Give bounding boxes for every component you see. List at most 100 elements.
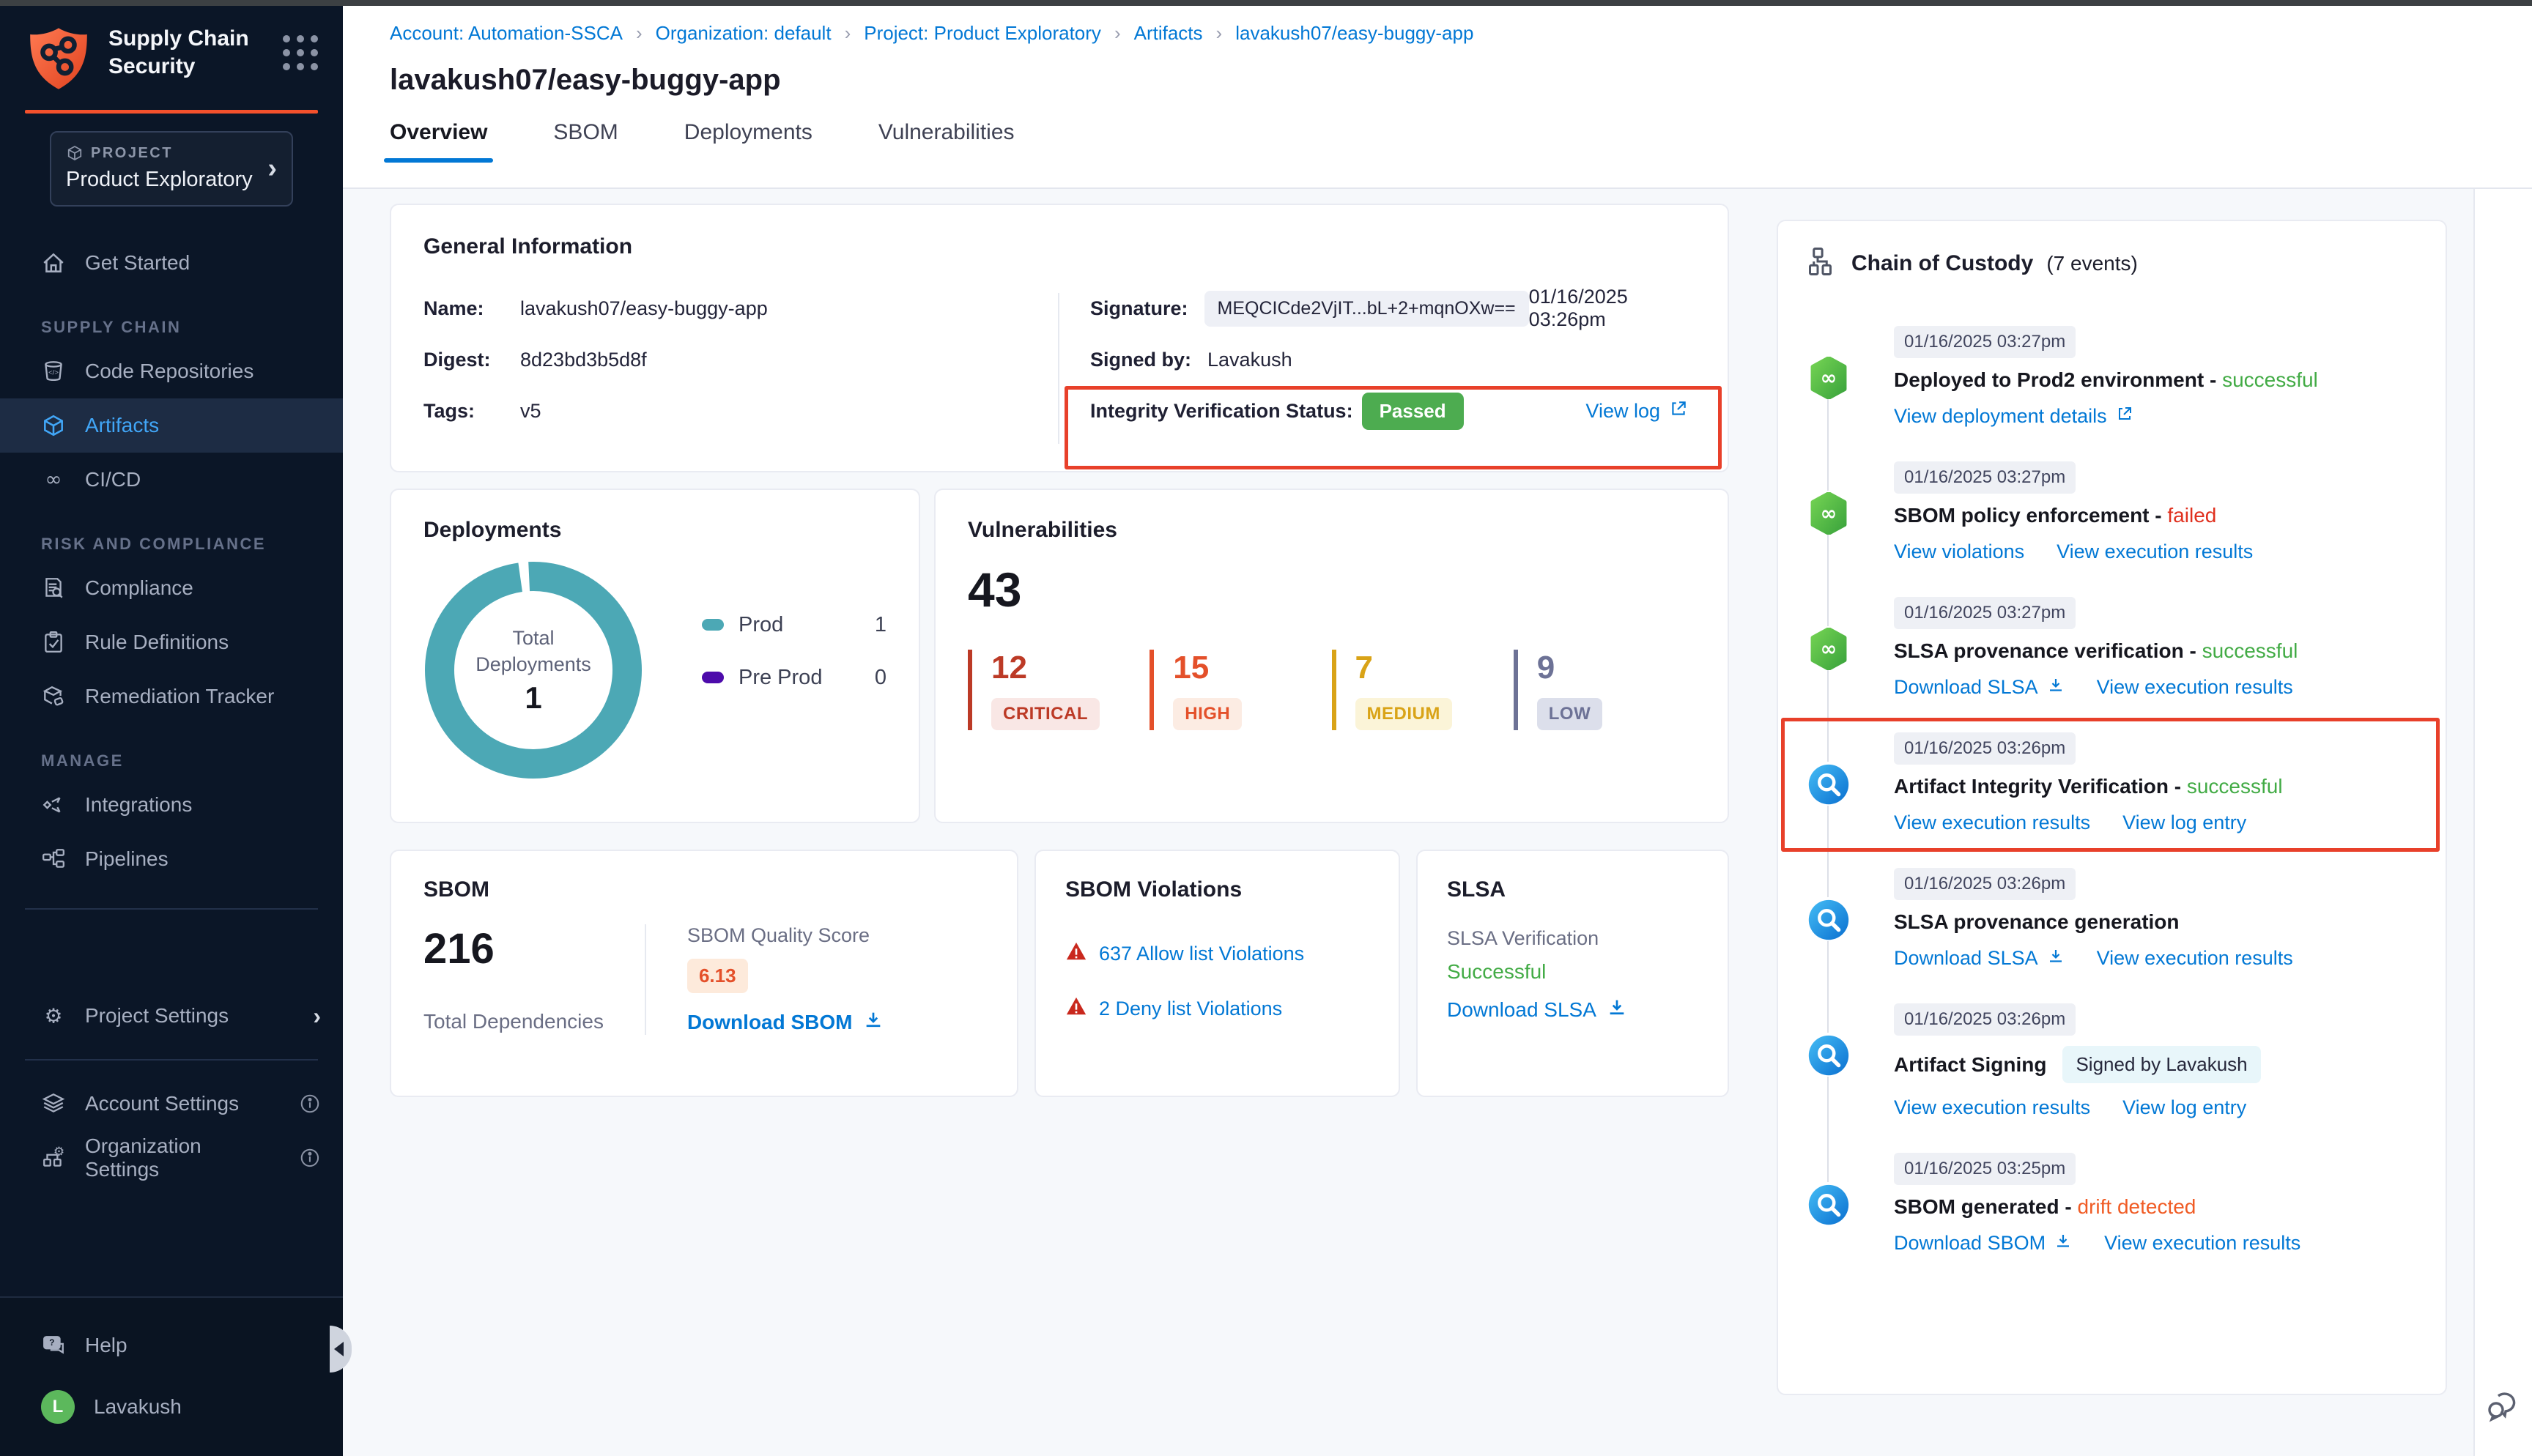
home-icon <box>41 250 66 275</box>
sidebar-nav: Get Started SUPPLY CHAIN </> Code Reposi… <box>0 236 343 1185</box>
tab-sbom[interactable]: SBOM <box>553 120 618 163</box>
sbom-total-dependencies: 216 <box>423 924 604 973</box>
coc-event-slsa-provenance-verification: ∞ 01/16/2025 03:27pm SLSA provenance ver… <box>1807 597 2416 699</box>
integrity-status-label: Integrity Verification Status: <box>1090 400 1353 423</box>
view-violations-link[interactable]: View violations <box>1894 541 2024 563</box>
sidebar-item-label: Code Repositories <box>85 360 253 383</box>
info-icon <box>299 1093 321 1115</box>
event-timestamp: 01/16/2025 03:26pm <box>1894 1003 2076 1036</box>
event-timestamp: 01/16/2025 03:25pm <box>1894 1153 2076 1185</box>
chain-of-custody-icon <box>1807 246 1838 281</box>
tab-deployments[interactable]: Deployments <box>684 120 812 163</box>
download-slsa-link[interactable]: Download SLSA <box>1894 676 2065 699</box>
view-execution-results-link[interactable]: View execution results <box>2097 947 2293 970</box>
event-timestamp: 01/16/2025 03:26pm <box>1894 868 2076 900</box>
high-count: 15 <box>1173 650 1331 686</box>
medium-count: 7 <box>1355 650 1514 686</box>
tags-label: Tags: <box>423 400 520 423</box>
sidebar-item-pipelines[interactable]: Pipelines <box>0 832 343 886</box>
sidebar-item-rule-definitions[interactable]: Rule Definitions <box>0 615 343 669</box>
support-chat-icon[interactable] <box>2485 1386 2523 1424</box>
sidebar-item-project-settings[interactable]: ⚙ Project Settings › <box>0 989 343 1043</box>
name-label: Name: <box>423 297 520 320</box>
deployments-legend: Prod 1 Pre Prod 0 <box>702 546 886 780</box>
download-sbom-link[interactable]: Download SBOM <box>1894 1232 2072 1255</box>
breadcrumb-organization[interactable]: Organization: default <box>656 22 832 45</box>
download-sbom-link[interactable]: Download SBOM <box>687 1009 884 1035</box>
svg-text:</>: </> <box>48 368 59 376</box>
sidebar-item-artifacts[interactable]: Artifacts <box>0 398 343 453</box>
view-execution-results-link[interactable]: View execution results <box>2097 676 2293 699</box>
sidebar-item-get-started[interactable]: Get Started <box>0 236 343 290</box>
sidebar-item-cicd[interactable]: ∞ CI/CD <box>0 453 343 507</box>
view-execution-results-link[interactable]: View execution results <box>1894 811 2090 834</box>
view-execution-results-link[interactable]: View execution results <box>1894 1096 2090 1119</box>
pre-prod-swatch <box>702 672 724 683</box>
sidebar-item-label: Account Settings <box>85 1092 239 1115</box>
sidebar-item-compliance[interactable]: Compliance <box>0 561 343 615</box>
breadcrumb-project[interactable]: Project: Product Exploratory <box>864 22 1101 45</box>
pipelines-icon <box>41 847 66 872</box>
slsa-verification-status: Successful <box>1447 960 1698 984</box>
view-deployment-details-link[interactable]: View deployment details <box>1894 405 2133 428</box>
sidebar-item-label: Get Started <box>85 251 190 275</box>
sidebar-item-help[interactable]: ? Help <box>0 1318 343 1373</box>
event-title: Deployed to Prod2 environment <box>1894 368 2204 392</box>
sidebar-item-label: Organization Settings <box>85 1134 280 1181</box>
breadcrumb-account[interactable]: Account: Automation-SSCA <box>390 22 623 45</box>
sidebar-item-integrations[interactable]: Integrations <box>0 778 343 832</box>
sidebar-item-label: Help <box>85 1334 127 1357</box>
integrations-icon <box>41 792 66 817</box>
legend-item-prod: Prod 1 <box>702 598 886 651</box>
breadcrumb-artifacts[interactable]: Artifacts <box>1134 22 1203 45</box>
download-slsa-link[interactable]: Download SLSA <box>1447 997 1698 1022</box>
view-log-link[interactable]: View log <box>1585 399 1695 423</box>
view-log-entry-link[interactable]: View log entry <box>2122 1096 2246 1119</box>
breadcrumb-current[interactable]: lavakush07/easy-buggy-app <box>1235 22 1473 45</box>
sbom-card: SBOM 216 Total Dependencies SBOM Quality… <box>390 850 1018 1097</box>
rule-definitions-clipboard-icon <box>41 630 66 655</box>
module-grid-icon[interactable] <box>283 35 318 70</box>
download-icon <box>2054 1232 2072 1255</box>
breadcrumb-separator: › <box>845 22 851 45</box>
view-execution-results-link[interactable]: View execution results <box>2104 1232 2300 1255</box>
slsa-card: SLSA SLSA Verification Successful Downlo… <box>1416 850 1729 1097</box>
sbom-violations-title: SBOM Violations <box>1065 877 1369 902</box>
gear-icon: ⚙ <box>41 1003 66 1028</box>
ssca-module-icon <box>1807 763 1850 806</box>
chain-of-custody-card: Chain of Custody (7 events) ∞ 01/16/2025… <box>1777 220 2447 1395</box>
section-supply-chain: SUPPLY CHAIN <box>0 290 343 344</box>
coc-event-artifact-signing: 01/16/2025 03:26pm Artifact Signing Sign… <box>1807 1003 2416 1119</box>
sidebar-divider <box>25 1059 318 1061</box>
deny-list-violations-link[interactable]: 2 Deny list Violations <box>1065 995 1369 1022</box>
general-information-title: General Information <box>423 234 1695 259</box>
sidebar-item-organization-settings[interactable]: ⚙ Organization Settings <box>0 1131 343 1185</box>
download-slsa-link[interactable]: Download SLSA <box>1894 947 2065 970</box>
donut-center-value: 1 <box>525 680 541 716</box>
user-menu[interactable]: L Lavakush <box>0 1380 343 1434</box>
view-log-entry-link[interactable]: View log entry <box>2122 811 2246 834</box>
tab-overview[interactable]: Overview <box>390 120 487 163</box>
sidebar-item-remediation-tracker[interactable]: Remediation Tracker <box>0 669 343 724</box>
download-icon <box>2047 947 2065 970</box>
project-selector[interactable]: PROJECT Product Exploratory › <box>50 131 293 207</box>
svg-text:∞: ∞ <box>1821 638 1837 661</box>
avatar: L <box>41 1390 75 1424</box>
view-execution-results-link[interactable]: View execution results <box>2057 541 2253 563</box>
critical-count: 12 <box>991 650 1150 686</box>
sidebar-item-code-repositories[interactable]: </> Code Repositories <box>0 344 343 398</box>
right-rail <box>2473 189 2532 1456</box>
chain-of-custody-events: ∞ 01/16/2025 03:27pm Deployed to Prod2 e… <box>1807 326 2416 1255</box>
view-log-label: View log <box>1585 400 1660 423</box>
slsa-title: SLSA <box>1447 877 1698 902</box>
cd-module-icon: ∞ <box>1807 357 1850 399</box>
section-risk-and-compliance: RISK AND COMPLIANCE <box>0 507 343 561</box>
tab-vulnerabilities[interactable]: Vulnerabilities <box>878 120 1015 163</box>
coc-event-sbom-policy-enforcement: ∞ 01/16/2025 03:27pm SBOM policy enforce… <box>1807 461 2416 563</box>
deployments-donut-chart: TotalDeployments 1 <box>423 560 643 780</box>
allow-list-violations-link[interactable]: 637 Allow list Violations <box>1065 940 1369 967</box>
supply-chain-security-logo-icon <box>25 25 92 92</box>
legend-value: 1 <box>875 613 886 637</box>
sidebar-item-account-settings[interactable]: Account Settings <box>0 1077 343 1131</box>
general-information-card: General Information Name: lavakush07/eas… <box>390 204 1729 472</box>
